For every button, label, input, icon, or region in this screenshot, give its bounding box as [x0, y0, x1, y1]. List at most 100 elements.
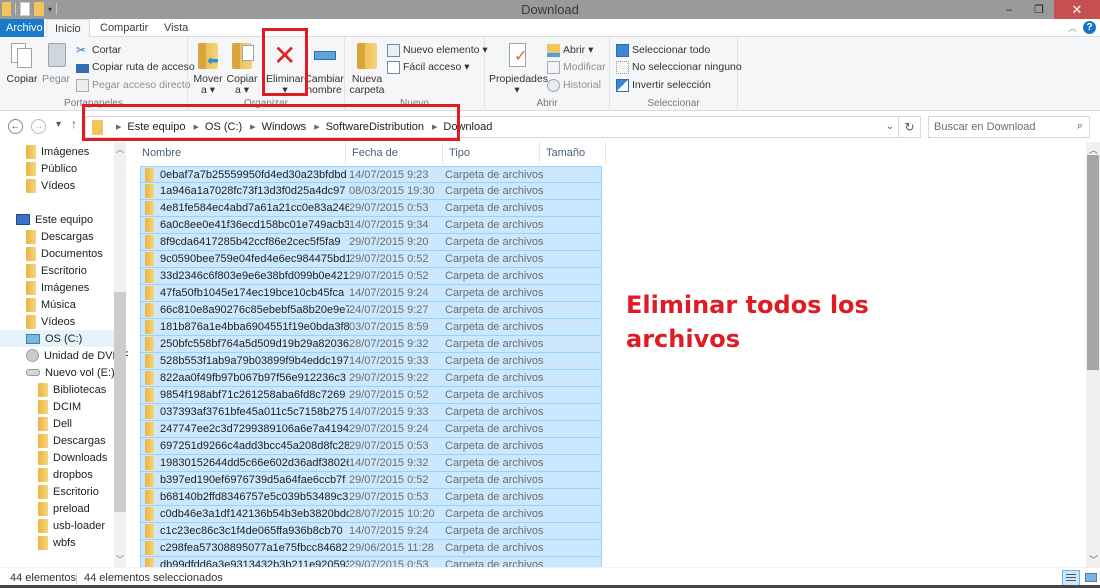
properties-button[interactable]: ✓ Propiedades ▾ [489, 41, 548, 96]
nav-item[interactable]: Imágenes [26, 143, 89, 160]
tab-inicio[interactable]: Inicio [46, 19, 90, 38]
column-header-type[interactable]: Tipo [443, 142, 540, 164]
breadcrumb-arrow-icon[interactable]: ▶ [250, 123, 255, 131]
address-bar[interactable]: ▶ Este equipo ▶ OS (C:) ▶ Windows ▶ Soft… [85, 116, 921, 138]
file-row[interactable]: 47fa50fb1045e174ec19bce10cb45fca 14/07/20… [140, 285, 602, 302]
copy-path-button[interactable]: Copiar ruta de acceso [76, 59, 195, 75]
cut-button[interactable]: ✂ Cortar [76, 42, 121, 58]
breadcrumb-arrow-icon[interactable]: ▶ [432, 123, 437, 131]
nav-item[interactable]: Música [26, 296, 76, 313]
move-to-button[interactable]: ⬅ Mover a ▾ [192, 41, 224, 96]
nav-item[interactable]: Documentos [26, 245, 103, 262]
scroll-down-icon[interactable]: ﹀ [116, 554, 124, 565]
nav-item[interactable]: usb-loader [38, 517, 105, 534]
file-row[interactable]: 247747ee2c3d7299389106a6e7a41949 29/07/20… [140, 421, 602, 438]
history-button[interactable]: Historial [547, 77, 601, 93]
large-icons-view-button[interactable] [1082, 570, 1100, 586]
column-header-name[interactable]: Nombre [136, 142, 346, 164]
nav-item[interactable]: DCIM [38, 398, 81, 415]
restore-button[interactable]: ❐ [1024, 0, 1054, 19]
nav-pane-scrollbar[interactable]: ︿ ﹀ [114, 142, 126, 567]
forward-button[interactable]: → [31, 119, 46, 134]
refresh-button[interactable]: ↻ [898, 117, 920, 137]
breadcrumb-os-c[interactable]: OS (C:) [205, 121, 242, 133]
search-icon[interactable]: ⌕ [1077, 120, 1083, 133]
new-folder-button[interactable]: Nueva carpeta [349, 41, 385, 96]
address-history-dropdown[interactable]: ⌄ [886, 121, 894, 132]
file-row[interactable]: db99dfdd6a3e9313432b3b211e920593 29/07/20… [140, 557, 602, 567]
nav-item[interactable]: Escritorio [26, 262, 87, 279]
nav-item[interactable]: Descargas [38, 432, 106, 449]
nav-item[interactable]: OS (C:) [0, 330, 116, 347]
file-list-scrollbar[interactable]: ︿ ﹀ [1086, 142, 1100, 567]
details-view-button[interactable] [1062, 570, 1080, 586]
file-row[interactable]: 697251d9266c4add3bcc45a208d8fc28 29/07/20… [140, 438, 602, 455]
file-row[interactable]: c298fea57308895077a1e75fbcc84682 29/06/20… [140, 540, 602, 557]
breadcrumb-download[interactable]: Download [443, 121, 492, 133]
nav-item[interactable]: Público [26, 160, 77, 177]
help-icon[interactable]: ? [1083, 21, 1096, 34]
paste-button[interactable]: Pegar [42, 41, 70, 85]
file-row[interactable]: 181b876a1e4bba6904551f19e0bda3f8 03/07/20… [140, 319, 602, 336]
search-input[interactable] [929, 117, 1064, 137]
breadcrumb-este-equipo[interactable]: Este equipo [127, 121, 185, 133]
nav-item[interactable]: Dell [38, 415, 72, 432]
file-row[interactable]: 528b553f1ab9a79b03899f9b4eddc197 14/07/20… [140, 353, 602, 370]
up-button[interactable]: ↑ [71, 117, 77, 131]
file-row[interactable]: c1c23ec86c3c1f4de065ffa936b8cb70 14/07/20… [140, 523, 602, 540]
breadcrumb-arrow-icon[interactable]: ▶ [314, 123, 319, 131]
open-button[interactable]: Abrir ▾ [547, 42, 593, 58]
column-header-size[interactable]: Tamaño [540, 142, 606, 164]
breadcrumb-softwaredistribution[interactable]: SoftwareDistribution [326, 121, 424, 133]
file-row[interactable]: 9c0590bee759e04fed4e6ec984475bd1 29/07/20… [140, 251, 602, 268]
nav-item[interactable]: preload [38, 500, 90, 517]
close-button[interactable]: ✕ [1054, 0, 1100, 19]
edit-button[interactable]: Modificar [547, 59, 606, 75]
file-row[interactable]: 1a946a1a7028fc73f13d3f0d25a4dc97 08/03/20… [140, 183, 602, 200]
file-row[interactable]: b397ed190ef6976739d5a64fae6ccb7f 29/07/20… [140, 472, 602, 489]
rename-button[interactable]: Cambiar nombre [304, 41, 344, 96]
nav-item[interactable]: Vídeos [26, 177, 75, 194]
file-row[interactable]: b68140b2ffd8346757e5c039b53489c3 29/07/20… [140, 489, 602, 506]
delete-button[interactable]: ✕ Eliminar ▾ [266, 41, 304, 96]
delete-dropdown[interactable]: ▾ [266, 85, 304, 96]
scrollbar-thumb[interactable] [114, 292, 126, 512]
file-row[interactable]: 19830152644dd5c66e602d36adf38026 14/07/20… [140, 455, 602, 472]
scrollbar-thumb[interactable] [1087, 155, 1099, 370]
tab-vista[interactable]: Vista [156, 19, 196, 37]
paste-shortcut-button[interactable]: Pegar acceso directo [76, 77, 191, 93]
nav-item[interactable]: Downloads [38, 449, 107, 466]
properties-dropdown[interactable]: ▾ [489, 85, 545, 96]
file-row[interactable]: 822aa0f49fb97b067b97f56e912236c3 29/07/20… [140, 370, 602, 387]
column-header-date[interactable]: Fecha de modifica... [346, 142, 443, 181]
file-row[interactable]: 9854f198abf71c261258aba6fd8c7269 29/07/20… [140, 387, 602, 404]
tab-archivo[interactable]: Archivo [0, 19, 44, 37]
copy-to-button[interactable]: Copiar a ▾ [226, 41, 258, 96]
file-row[interactable]: 6a0c8ee0e41f36ecd158bc01e749acb3 14/07/20… [140, 217, 602, 234]
easy-access-button[interactable]: Fácil acceso ▾ [387, 59, 470, 75]
file-row[interactable]: 250bfc558bf764a5d509d19b29a82036 28/07/20… [140, 336, 602, 353]
breadcrumb-windows[interactable]: Windows [262, 121, 307, 133]
minimize-button[interactable]: – [994, 0, 1024, 19]
file-row[interactable]: 037393af3761bfe45a011c5c7158b275 14/07/20… [140, 404, 602, 421]
scroll-up-icon[interactable]: ︿ [116, 144, 124, 155]
nav-item[interactable]: dropbos [38, 466, 93, 483]
nav-item[interactable]: Escritorio [38, 483, 99, 500]
recent-locations-button[interactable]: ▾ [56, 119, 61, 130]
select-all-button[interactable]: Seleccionar todo [616, 42, 710, 58]
nav-item[interactable]: Nuevo vol (E:) [26, 364, 115, 381]
file-row[interactable]: c0db46e3a1df142136b54b3eb3820bdd 28/07/20… [140, 506, 602, 523]
minimize-ribbon-icon[interactable]: ︿ [1068, 21, 1077, 34]
nav-item[interactable]: Descargas [26, 228, 94, 245]
file-row[interactable]: 4e81fe584ec4abd7a61a21cc0e83a246 29/07/20… [140, 200, 602, 217]
search-box[interactable]: ⌕ [928, 116, 1090, 138]
file-row[interactable]: 66c810e8a90276c85ebebf5a8b20e9e7 24/07/20… [140, 302, 602, 319]
nav-item[interactable]: Imágenes [26, 279, 89, 296]
nav-item[interactable]: Bibliotecas [38, 381, 106, 398]
tab-compartir[interactable]: Compartir [92, 19, 156, 37]
nav-item[interactable]: wbfs [38, 534, 76, 551]
select-none-button[interactable]: No seleccionar ninguno [616, 59, 742, 75]
breadcrumb-arrow-icon[interactable]: ▶ [116, 123, 121, 131]
invert-selection-button[interactable]: Invertir selección [616, 77, 711, 93]
nav-item[interactable]: Este equipo [16, 211, 93, 228]
